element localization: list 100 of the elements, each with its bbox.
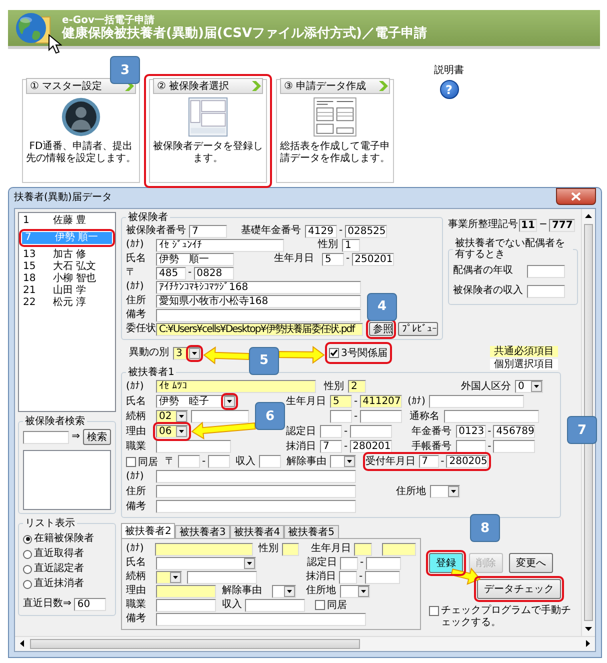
text-field[interactable]: ｱｲﾁｹﾝｺﾏｷｼｺﾏﾂｼﾞ168 [156,280,361,294]
text-field[interactable]: 伊勢 順一 [156,252,234,266]
text-field[interactable] [340,556,358,570]
text-field[interactable]: 0828 [194,266,234,280]
text-field[interactable] [156,308,361,322]
text-field[interactable] [156,598,216,612]
step-card[interactable]: ③ 申請データ作成 総括表を作成して電子申請データを作成します。 [276,79,394,183]
text-field[interactable] [493,440,536,453]
text-field[interactable] [156,612,366,626]
tab[interactable]: 被扶養者3 [175,525,230,538]
form-button[interactable]: 参照 [369,322,393,336]
text-field[interactable]: 2 [348,380,366,393]
text-field[interactable] [156,500,356,513]
dropdown[interactable] [330,455,356,468]
checkbox[interactable] [315,600,325,610]
text-field[interactable] [527,284,565,298]
text-field[interactable] [156,470,356,483]
text-field[interactable]: 250201 [352,252,394,266]
text-field[interactable] [456,440,486,453]
text-field[interactable] [155,542,252,556]
text-field[interactable]: 485 [156,266,186,280]
code-field: 777 [549,218,576,232]
tab[interactable]: 被扶養者2 [121,523,176,538]
text-field[interactable] [245,598,305,612]
text-field[interactable]: ｲｾ ﾑﾂｺ [156,380,316,393]
arrow [278,346,325,364]
text-field[interactable] [208,455,230,468]
horizontal-scrollbar[interactable] [15,636,595,651]
list-item[interactable]: 18 小柳 智也 [20,273,114,285]
list-item[interactable]: 15 大石 弘文 [20,261,114,273]
text-field[interactable]: ｲｾ ｼﾞｭﾝｲﾁ [156,238,284,252]
dash: - [345,253,351,265]
search-field[interactable] [23,430,69,444]
checkbox[interactable] [429,606,439,616]
dropdown[interactable]: 伊勢 睦子 [156,395,236,408]
text-field[interactable] [282,542,300,556]
list-item[interactable]: 21 山田 学 [20,285,114,297]
field-label: 生年月日 [311,543,352,555]
text-field[interactable] [382,542,416,556]
text-field[interactable] [366,556,401,570]
dropdown[interactable]: 06 [156,425,188,438]
text-field[interactable] [360,410,402,423]
text-field[interactable] [354,542,372,556]
dropdown[interactable]: 3 [173,346,201,360]
radio-button[interactable] [23,580,32,588]
text-field[interactable]: 456789 [493,425,536,438]
dropdown[interactable]: 02 [156,410,188,423]
avatar-icon [61,97,101,137]
text-field[interactable]: 0123 [456,425,486,438]
text-field[interactable] [350,425,392,438]
group-title: リスト表示 [24,518,76,529]
action-button[interactable]: 変更へ [509,553,553,573]
text-field[interactable] [444,410,539,423]
step-card[interactable]: ① マスター設定 FD通番、申請者、提出先の情報を設定します。 [22,79,140,183]
text-field[interactable] [364,570,400,584]
group-title: 被扶養者でない配偶者を有するとき [454,238,566,260]
text-field[interactable]: 280205 [446,455,488,468]
text-field[interactable]: 280201 [350,440,392,453]
text-field[interactable] [330,410,352,423]
dropdown[interactable] [156,570,182,584]
text-field[interactable]: 5 [330,395,352,408]
close-button[interactable] [556,188,596,205]
text-field[interactable] [429,395,524,408]
text-field[interactable] [527,264,565,278]
text-field[interactable] [258,455,281,468]
days-field[interactable]: 60 [74,598,106,610]
text-field[interactable]: 411207 [360,395,402,408]
step-card[interactable]: ② 被保険者選択 被保険者データを登録します。 [149,79,267,183]
text-field[interactable] [339,570,357,584]
text-field[interactable] [178,455,200,468]
list-item[interactable]: 13 加古 修 [20,249,114,261]
dropdown[interactable]: 0 [515,380,543,393]
text-field[interactable] [191,410,249,423]
action-button[interactable]: 登録 [429,553,463,573]
text-field[interactable]: 1 [342,238,360,252]
form-button[interactable]: ﾌﾟﾚﾋﾞｭｰ [398,322,438,336]
search-button[interactable]: 検索 [83,429,111,445]
data-check-button[interactable]: データチェック [477,579,561,599]
text-field[interactable]: 7 [189,224,227,238]
radio-button[interactable] [23,550,32,558]
radio-button[interactable] [23,534,32,544]
text-field[interactable]: 5 [322,252,344,266]
list-item[interactable]: 22 松元 淳 [20,297,114,309]
text-field[interactable] [156,584,216,598]
tab[interactable]: 被扶養者4 [230,525,284,538]
checkbox[interactable] [329,348,339,358]
dropdown[interactable] [272,584,296,598]
text-field[interactable]: 7 [320,440,342,453]
text-field[interactable] [156,485,356,498]
help-label: 説明書 [434,64,464,77]
text-field[interactable]: 028525 [344,224,387,238]
text-field[interactable]: 7 [418,455,439,468]
list-item[interactable]: 1 佐藤 豊 [20,215,114,227]
checkbox[interactable] [126,456,136,466]
text-field[interactable] [156,440,231,453]
text-field[interactable]: 4129 [305,224,337,238]
text-field[interactable] [187,570,257,584]
text-field[interactable] [320,425,342,438]
tab[interactable]: 被扶養者5 [284,525,338,538]
radio-button[interactable] [23,564,32,574]
